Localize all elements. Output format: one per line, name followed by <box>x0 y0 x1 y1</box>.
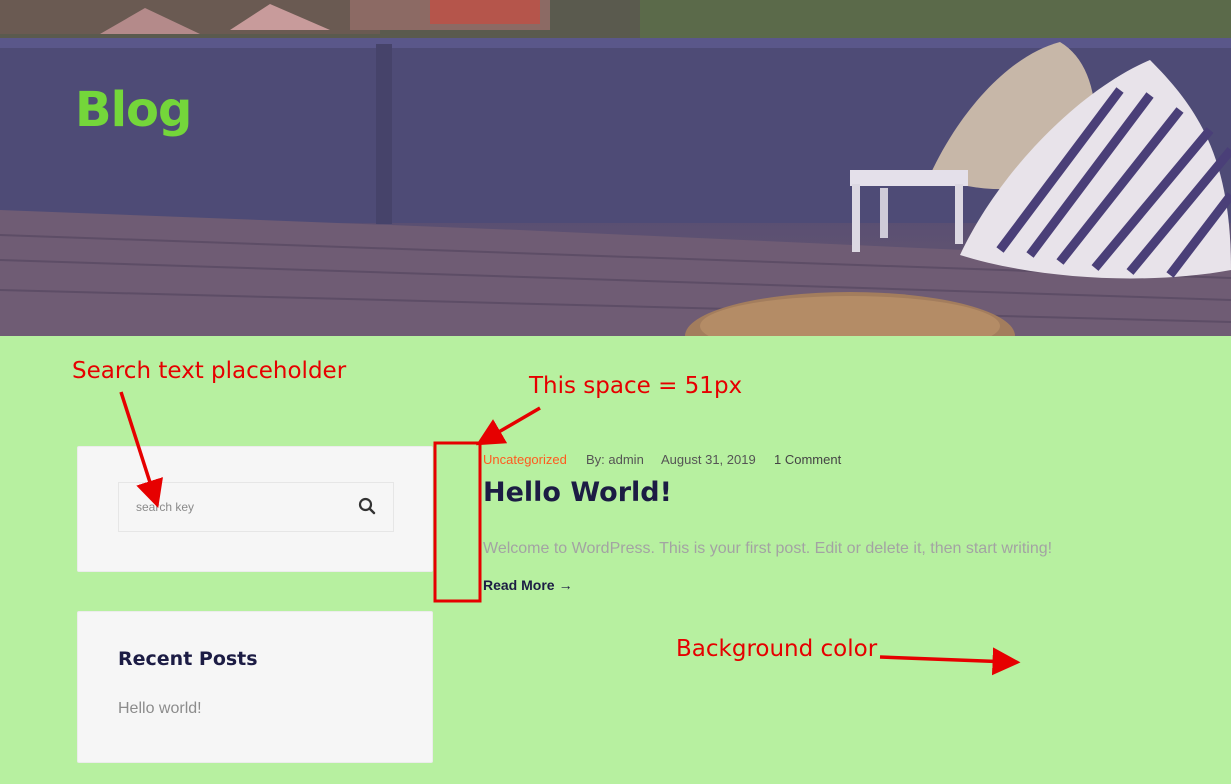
post-title[interactable]: Hello World! <box>483 477 672 508</box>
post-category-link[interactable]: Uncategorized <box>483 452 567 467</box>
read-more-label: Read More <box>483 577 555 593</box>
read-more-link[interactable]: Read More → <box>483 577 573 593</box>
search-input[interactable] <box>119 483 339 531</box>
recent-posts-widget: Recent Posts Hello world! <box>77 611 433 763</box>
post-author: By: admin <box>586 452 644 467</box>
annotation-background: Background color <box>676 636 878 662</box>
recent-posts-heading: Recent Posts <box>118 648 258 670</box>
hero-banner: Blog <box>0 0 1231 336</box>
annotation-spacing: This space = 51px <box>529 373 743 399</box>
search-icon <box>358 497 376 515</box>
search-button[interactable] <box>357 497 377 517</box>
arrow-right-icon: → <box>558 577 573 593</box>
annotation-arrow-spacing <box>475 406 541 446</box>
search-form <box>118 482 394 532</box>
post-excerpt: Welcome to WordPress. This is your first… <box>483 540 1053 557</box>
hero-background-image <box>0 0 1231 336</box>
post-comments-link[interactable]: 1 Comment <box>774 452 841 467</box>
recent-post-link[interactable]: Hello world! <box>118 700 202 718</box>
post-date: August 31, 2019 <box>661 452 756 467</box>
page-title: Blog <box>75 82 192 138</box>
annotation-arrow-background <box>879 647 1021 676</box>
annotation-search-placeholder: Search text placeholder <box>72 358 347 384</box>
search-widget <box>77 446 433 572</box>
annotation-spacing-box <box>433 441 482 603</box>
